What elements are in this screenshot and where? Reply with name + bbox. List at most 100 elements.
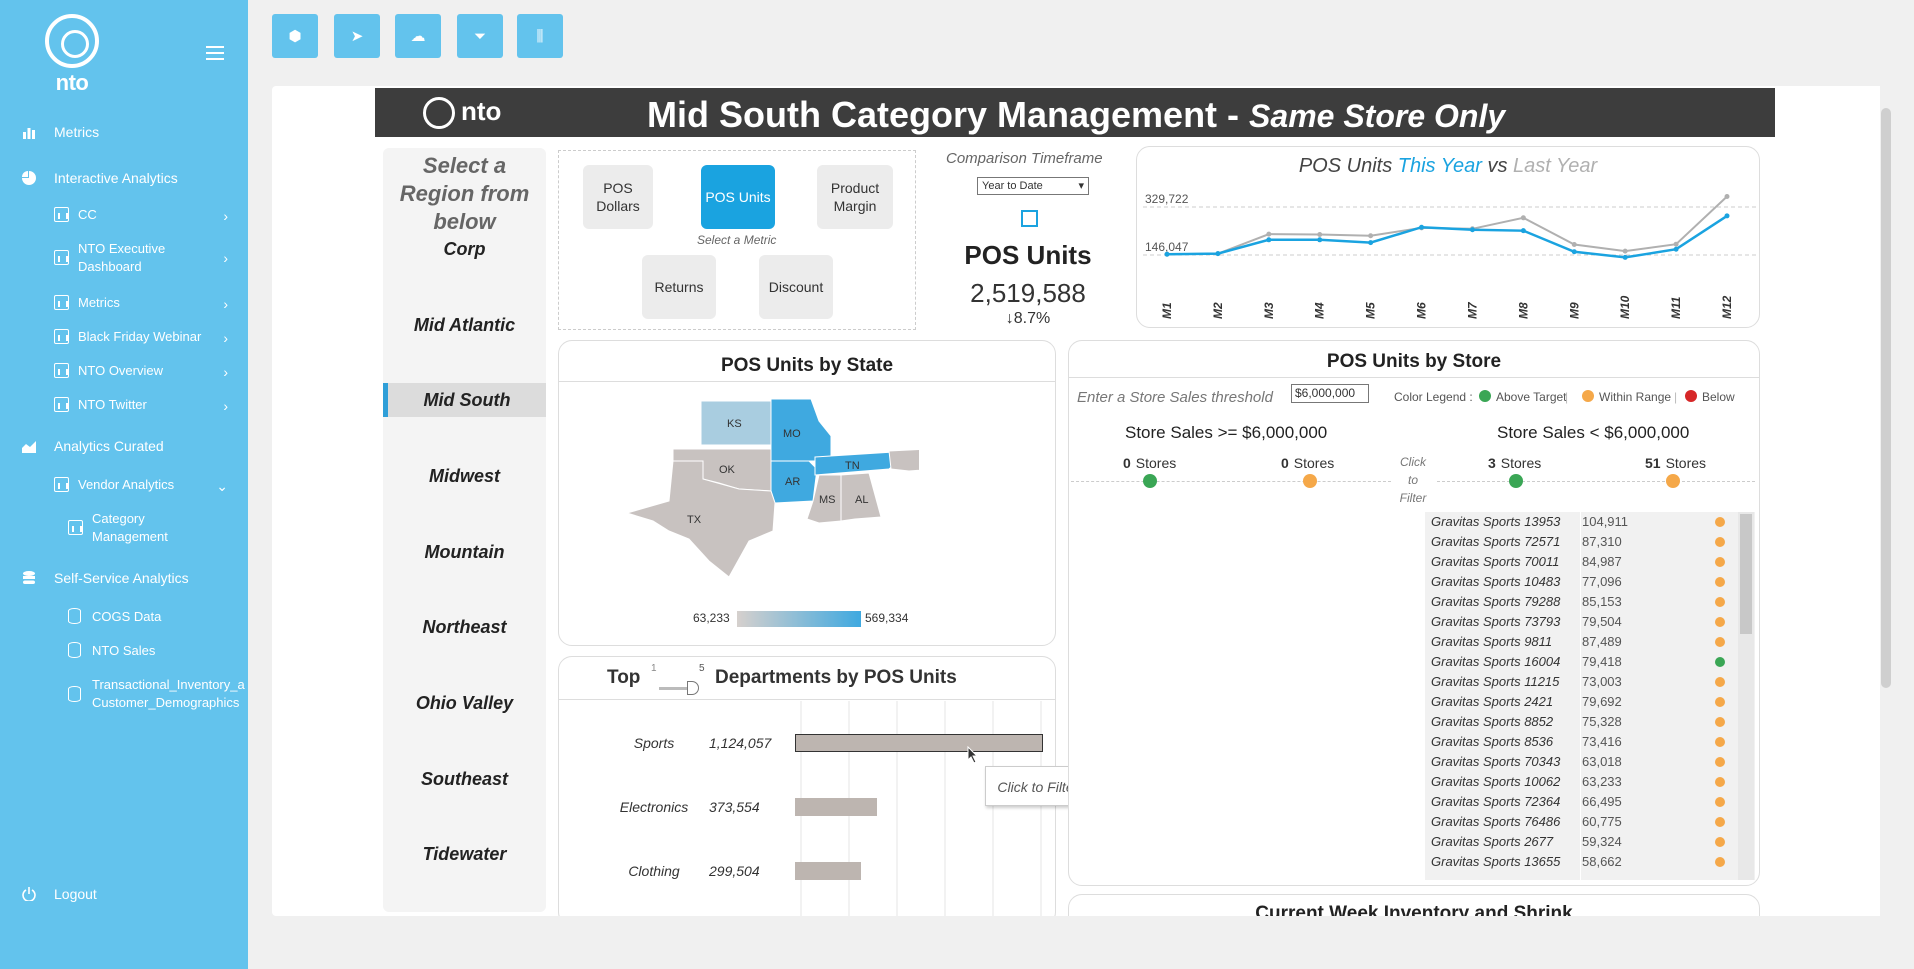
region-mid-atlantic[interactable]: Mid Atlantic xyxy=(383,308,546,342)
store-count[interactable]: 0 Stores xyxy=(1281,455,1334,471)
data-point[interactable] xyxy=(1622,254,1628,260)
columns-button[interactable]: ⫼ xyxy=(517,14,563,58)
sub-item-nto-sales[interactable]: NTO Sales xyxy=(68,642,248,660)
store-row[interactable]: Gravitas Sports 11215 73,003 xyxy=(1425,672,1755,692)
sub-item-black-friday-webinar[interactable]: Black Friday Webinar › xyxy=(54,328,234,346)
data-point[interactable] xyxy=(1266,237,1272,243)
metric-pos-dollars-button[interactable]: POS Dollars xyxy=(583,165,653,229)
data-point[interactable] xyxy=(1368,240,1374,246)
hamburger-menu-icon[interactable] xyxy=(206,46,224,60)
store-count[interactable]: 3 Stores xyxy=(1488,455,1541,471)
download-button[interactable]: ☁ xyxy=(395,14,441,58)
sub-item-nto-executive-dashboard[interactable]: NTO Executive Dashboard › xyxy=(54,240,234,276)
nav-logout[interactable]: Logout xyxy=(0,884,248,904)
region-corp[interactable]: Corp xyxy=(383,232,546,266)
data-point[interactable] xyxy=(1724,213,1730,219)
nav-self-service-analytics[interactable]: Self-Service Analytics xyxy=(0,568,248,588)
store-row[interactable]: Gravitas Sports 72364 66,495 xyxy=(1425,792,1755,812)
store-row[interactable]: Gravitas Sports 2421 79,692 xyxy=(1425,692,1755,712)
data-point[interactable] xyxy=(1520,228,1526,234)
metric-returns-button[interactable]: Returns xyxy=(642,255,716,319)
store-row[interactable]: Gravitas Sports 13655 58,662 xyxy=(1425,852,1755,872)
metric-discount-button[interactable]: Discount xyxy=(759,255,833,319)
send-button[interactable]: ➤ xyxy=(334,14,380,58)
metric-pos-units-button[interactable]: POS Units xyxy=(701,165,775,229)
store-row[interactable]: Gravitas Sports 2677 59,324 xyxy=(1425,832,1755,852)
timeframe-dropdown[interactable]: Year to Date xyxy=(977,177,1089,195)
store-row[interactable]: Gravitas Sports 70343 63,018 xyxy=(1425,752,1755,772)
dept-bar[interactable] xyxy=(795,734,1043,752)
data-point[interactable] xyxy=(1673,241,1679,247)
region-mid-south[interactable]: Mid South xyxy=(383,383,546,417)
store-count[interactable]: 51 Stores xyxy=(1645,455,1706,471)
store-status-dot xyxy=(1715,517,1725,527)
kpi-checkbox[interactable] xyxy=(1021,210,1038,227)
store-row[interactable]: Gravitas Sports 9811 87,489 xyxy=(1425,632,1755,652)
store-row[interactable]: Gravitas Sports 72571 87,310 xyxy=(1425,532,1755,552)
store-name: Gravitas Sports 10062 xyxy=(1431,774,1561,789)
store-row[interactable]: Gravitas Sports 70011 84,987 xyxy=(1425,552,1755,572)
data-point[interactable] xyxy=(1266,231,1272,237)
data-point[interactable] xyxy=(1520,215,1526,221)
top-n-slider-handle[interactable] xyxy=(687,681,699,695)
sub-item-nto-twitter[interactable]: NTO Twitter › xyxy=(54,396,234,414)
region-northeast[interactable]: Northeast xyxy=(383,610,546,644)
store-row[interactable]: Gravitas Sports 73793 79,504 xyxy=(1425,612,1755,632)
region-tidewater[interactable]: Tidewater xyxy=(383,837,546,871)
store-row[interactable]: Gravitas Sports 8852 75,328 xyxy=(1425,712,1755,732)
sub-item-category-management[interactable]: Category Management xyxy=(68,510,248,546)
data-point[interactable] xyxy=(1419,224,1425,230)
x-tick-label: M12 xyxy=(1720,295,1734,319)
store-row[interactable]: Gravitas Sports 10062 63,233 xyxy=(1425,772,1755,792)
data-point[interactable] xyxy=(1368,233,1374,239)
metric-product-margin-button[interactable]: Product Margin xyxy=(817,165,893,229)
data-point[interactable] xyxy=(1469,227,1475,233)
nav-interactive-analytics[interactable]: Interactive Analytics xyxy=(0,168,248,188)
state-nc[interactable] xyxy=(888,447,919,472)
region-southeast[interactable]: Southeast xyxy=(383,762,546,796)
data-point[interactable] xyxy=(1571,249,1577,255)
store-count[interactable]: 0 Stores xyxy=(1123,455,1176,471)
data-point[interactable] xyxy=(1571,242,1577,248)
state-mo[interactable] xyxy=(770,398,832,462)
filter-button[interactable]: ⏷ xyxy=(457,14,503,58)
sub-item-transactional-inventory[interactable]: Transactional_Inventory_a Customer_Demog… xyxy=(68,676,248,712)
sub-item-nto-overview[interactable]: NTO Overview › xyxy=(54,362,234,380)
sub-item-cc[interactable]: CC › xyxy=(54,206,234,224)
region-ohio-valley[interactable]: Ohio Valley xyxy=(383,686,546,720)
above-target-marker[interactable] xyxy=(1509,474,1523,488)
above-target-marker[interactable] xyxy=(1143,474,1157,488)
threshold-input[interactable]: $6,000,000 xyxy=(1291,384,1369,403)
data-point[interactable] xyxy=(1317,237,1323,243)
store-row[interactable]: Gravitas Sports 10483 77,096 xyxy=(1425,572,1755,592)
x-tick-label: M1 xyxy=(1160,302,1174,319)
table-divider xyxy=(1580,512,1581,880)
data-point[interactable] xyxy=(1215,251,1221,257)
store-row[interactable]: Gravitas Sports 76486 60,775 xyxy=(1425,812,1755,832)
data-point[interactable] xyxy=(1622,248,1628,254)
data-point[interactable] xyxy=(1317,231,1323,237)
nav-analytics-curated[interactable]: Analytics Curated xyxy=(0,436,248,456)
within-range-marker[interactable] xyxy=(1303,474,1317,488)
sub-item-metrics[interactable]: Metrics › xyxy=(54,294,234,312)
nto-logo[interactable]: nto xyxy=(44,14,100,96)
store-row[interactable]: Gravitas Sports 16004 79,418 xyxy=(1425,652,1755,672)
store-row[interactable]: Gravitas Sports 79288 85,153 xyxy=(1425,592,1755,612)
page-scrollbar-thumb[interactable] xyxy=(1881,108,1891,688)
store-row[interactable]: Gravitas Sports 8536 73,416 xyxy=(1425,732,1755,752)
data-point[interactable] xyxy=(1724,194,1730,200)
dept-bar[interactable] xyxy=(795,862,861,880)
data-point[interactable] xyxy=(1164,251,1170,257)
store-row[interactable]: Gravitas Sports 13953 104,911 xyxy=(1425,512,1755,532)
region-mountain[interactable]: Mountain xyxy=(383,535,546,569)
nav-metrics[interactable]: Metrics xyxy=(0,122,248,142)
store-status-dot xyxy=(1715,557,1725,567)
sub-item-cogs-data[interactable]: COGS Data xyxy=(68,608,248,626)
within-range-marker[interactable] xyxy=(1666,474,1680,488)
dept-bar[interactable] xyxy=(795,798,877,816)
cube-button[interactable]: ⬢ xyxy=(272,14,318,58)
data-point[interactable] xyxy=(1673,246,1679,252)
region-midwest[interactable]: Midwest xyxy=(383,459,546,493)
store-table-scroll-thumb[interactable] xyxy=(1740,514,1752,634)
sub-item-vendor-analytics[interactable]: Vendor Analytics ⌄ xyxy=(54,476,234,494)
